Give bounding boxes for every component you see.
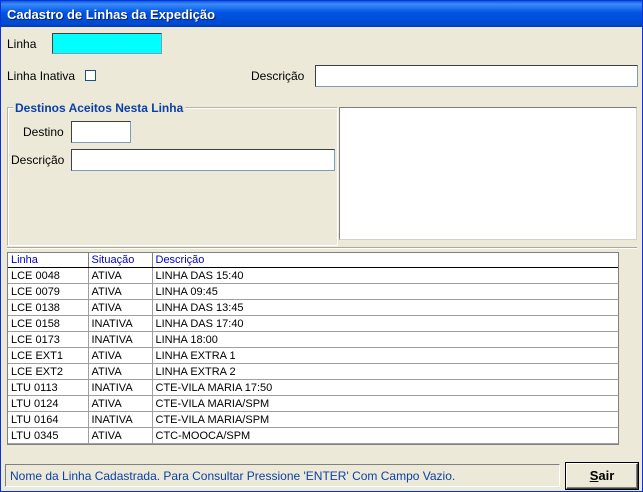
grid-header-row: Linha Situação Descrição <box>8 253 618 268</box>
cell-situacao: ATIVA <box>88 347 153 364</box>
destinos-list[interactable] <box>339 107 637 240</box>
cell-situacao: INATIVA <box>88 411 153 428</box>
cell-linha: LCE 0079 <box>8 283 89 300</box>
table-row[interactable]: LTU 0164 INATIVA CTE-VILA MARIA/SPM <box>8 411 618 428</box>
linha-inativa-checkbox[interactable] <box>85 70 96 81</box>
table-row[interactable]: LTU 0345 ATIVA CTC-MOOCA/SPM <box>8 427 618 444</box>
cell-descricao: LINHA EXTRA 2 <box>152 363 618 380</box>
cell-linha: LTU 0164 <box>8 411 89 428</box>
cell-linha: LTU 0124 <box>8 395 89 412</box>
destino-descricao-label: Descrição <box>11 153 65 167</box>
cell-descricao: LINHA DAS 15:40 <box>152 267 618 284</box>
separator <box>7 247 637 249</box>
destino-descricao-input[interactable] <box>71 149 335 171</box>
cell-linha: LCE 0138 <box>8 299 89 316</box>
descricao-input[interactable] <box>315 65 638 87</box>
window-title: Cadastro de Linhas da Expedição <box>7 7 216 22</box>
cell-descricao: CTE-VILA MARIA/SPM <box>152 411 618 428</box>
cell-linha: LCE EXT1 <box>8 347 89 364</box>
table-row[interactable]: LCE 0158 INATIVA LINHA DAS 17:40 <box>8 315 618 332</box>
cell-situacao: ATIVA <box>88 283 153 300</box>
cell-linha: LCE 0173 <box>8 331 89 348</box>
table-row[interactable]: LCE 0138 ATIVA LINHA DAS 13:45 <box>8 299 618 316</box>
cell-situacao: INATIVA <box>88 315 153 332</box>
linha-inativa-label: Linha Inativa <box>7 69 76 83</box>
column-header-descricao[interactable]: Descrição <box>152 253 618 268</box>
column-header-situacao[interactable]: Situação <box>88 253 153 268</box>
linha-label: Linha <box>7 37 37 51</box>
cell-linha: LTU 0345 <box>8 427 89 444</box>
cell-descricao: LINHA 09:45 <box>152 283 618 300</box>
destino-label: Destino <box>23 125 64 139</box>
cell-linha: LCE EXT2 <box>8 363 89 380</box>
linhas-table: Linha Situação Descrição LCE 0048 ATIVA LI… <box>8 253 618 444</box>
cell-linha: LCE 0048 <box>8 267 89 284</box>
cell-descricao: LINHA DAS 13:45 <box>152 299 618 316</box>
cadastro-window: Cadastro de Linhas da Expedição Linha Li… <box>0 0 643 492</box>
table-row[interactable]: LCE EXT2 ATIVA LINHA EXTRA 2 <box>8 363 618 380</box>
linha-input[interactable] <box>52 33 162 54</box>
table-row[interactable]: LCE 0079 ATIVA LINHA 09:45 <box>8 283 618 300</box>
table-row[interactable]: LCE EXT1 ATIVA LINHA EXTRA 1 <box>8 347 618 364</box>
cell-descricao: LINHA 18:00 <box>152 331 618 348</box>
cell-linha: LTU 0113 <box>8 379 89 396</box>
cell-situacao: ATIVA <box>88 299 153 316</box>
linhas-grid[interactable]: Linha Situação Descrição LCE 0048 ATIVA LI… <box>7 252 619 445</box>
cell-descricao: LINHA DAS 17:40 <box>152 315 618 332</box>
sair-button[interactable]: Sair <box>566 463 638 489</box>
table-row[interactable]: LCE 0173 INATIVA LINHA 18:00 <box>8 331 618 348</box>
cell-situacao: INATIVA <box>88 379 153 396</box>
cell-situacao: INATIVA <box>88 331 153 348</box>
table-row[interactable]: LTU 0113 INATIVA CTE-VILA MARIA 17:50 <box>8 379 618 396</box>
cell-situacao: ATIVA <box>88 395 153 412</box>
sair-label: air <box>598 468 615 483</box>
cell-descricao: CTC-MOOCA/SPM <box>152 427 618 444</box>
column-header-linha[interactable]: Linha <box>8 253 89 268</box>
title-bar[interactable]: Cadastro de Linhas da Expedição <box>1 1 642 27</box>
cell-situacao: ATIVA <box>88 267 153 284</box>
cell-situacao: ATIVA <box>88 427 153 444</box>
cell-descricao: CTE-VILA MARIA 17:50 <box>152 379 618 396</box>
cell-situacao: ATIVA <box>88 363 153 380</box>
destinos-group-title: Destinos Aceitos Nesta Linha <box>13 101 186 115</box>
table-row[interactable]: LTU 0124 ATIVA CTE-VILA MARIA/SPM <box>8 395 618 412</box>
cell-descricao: LINHA EXTRA 1 <box>152 347 618 364</box>
descricao-label: Descrição <box>251 69 305 83</box>
cell-descricao: CTE-VILA MARIA/SPM <box>152 395 618 412</box>
grid-scrollbar-area[interactable] <box>619 252 637 445</box>
cell-linha: LCE 0158 <box>8 315 89 332</box>
destino-input[interactable] <box>71 121 131 143</box>
table-row[interactable]: LCE 0048 ATIVA LINHA DAS 15:40 <box>8 267 618 284</box>
status-bar: Nome da Linha Cadastrada. Para Consultar… <box>5 464 560 487</box>
